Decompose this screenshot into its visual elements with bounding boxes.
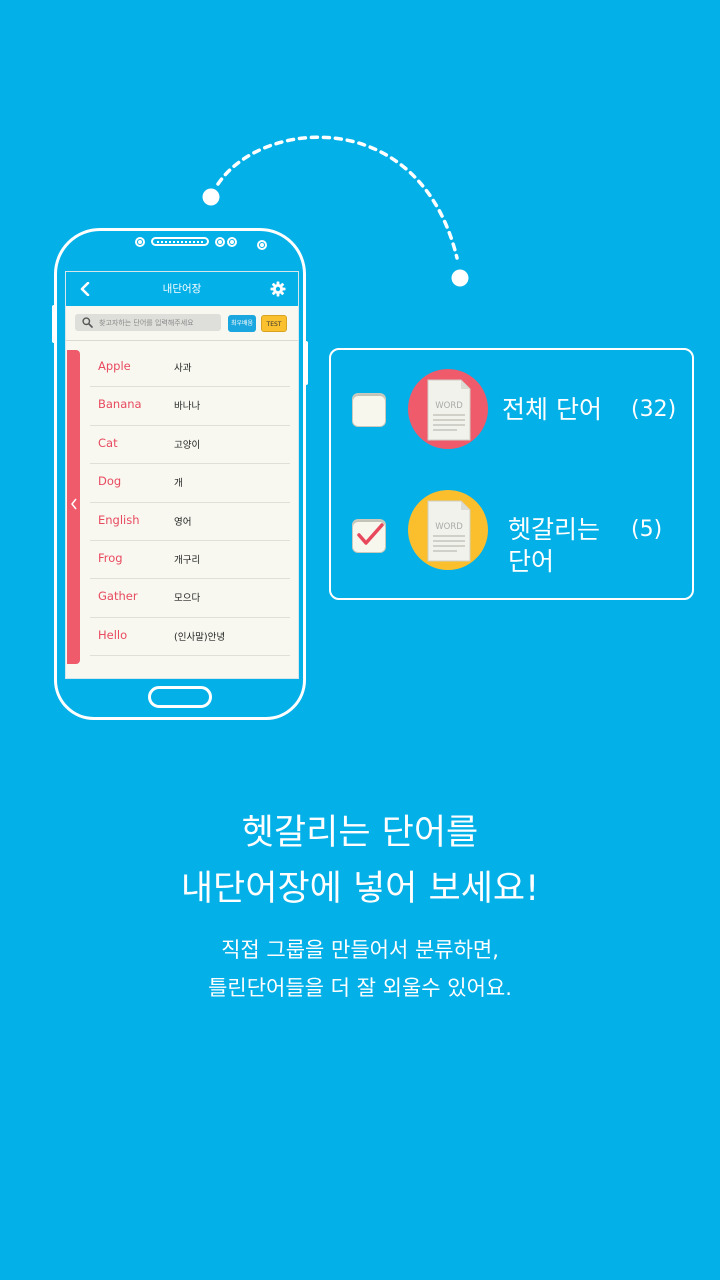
- word-korean: 모으다: [174, 593, 201, 605]
- confusing-words-checkbox[interactable]: [353, 520, 385, 552]
- search-input[interactable]: [99, 314, 217, 331]
- chevron-left-icon: [71, 498, 77, 510]
- connector-start-dot: [202, 188, 220, 206]
- list-item[interactable]: Apple 사과: [90, 349, 290, 388]
- sensor-icon: [215, 237, 225, 247]
- camera-icon: [135, 237, 145, 247]
- subtext-line1: 직접 그룹을 만들어서 분류하면,: [221, 938, 499, 962]
- test-button[interactable]: TEST: [261, 315, 287, 332]
- app-title: 내단어장: [162, 283, 202, 295]
- word-korean: (인사말)안녕: [174, 631, 226, 643]
- word-list: Apple 사과 Banana 바나나 Cat 고양이 Dog 개 Englis…: [90, 349, 290, 657]
- confusing-words-count: (5): [631, 517, 663, 542]
- all-words-checkbox[interactable]: [353, 394, 385, 426]
- word-english: Dog: [98, 474, 122, 489]
- headline-line1: 헷갈리는 단어를: [241, 813, 479, 853]
- word-korean: 고양이: [174, 439, 201, 451]
- search-icon: [82, 317, 93, 328]
- list-item[interactable]: Frog 개구리: [90, 541, 290, 580]
- word-korean: 개: [174, 478, 183, 490]
- phone-screen: 내단어장 찾고자하는 단어를 입력해주세요 최우배움 TEST Apple 사과…: [65, 271, 299, 679]
- checkmark-icon: [357, 523, 384, 545]
- confusing-words-label-line1: 헷갈리는: [508, 515, 601, 544]
- all-words-count: (32): [631, 397, 677, 422]
- headline-line2: 내단어장에 넣어 보세요!: [180, 869, 540, 909]
- word-english: Gather: [98, 589, 138, 604]
- document-icon: WORD: [427, 379, 471, 441]
- word-korean: 바나나: [174, 401, 201, 413]
- word-english: Apple: [98, 359, 131, 373]
- phone-mockup: 내단어장 찾고자하는 단어를 입력해주세요 최우배움 TEST Apple 사과…: [52, 228, 308, 720]
- power-key: [304, 341, 308, 385]
- confusing-words-badge: WORD: [408, 490, 488, 570]
- word-korean: 사과: [174, 363, 192, 374]
- subtext-line2: 틀린단어들을 더 잘 외울수 있어요.: [208, 976, 512, 1000]
- word-english: Banana: [98, 397, 142, 412]
- list-item[interactable]: Hello (인사말)안녕: [90, 618, 290, 657]
- word-english: English: [98, 512, 140, 527]
- app-header: 내단어장: [66, 272, 298, 306]
- word-english: Frog: [98, 550, 123, 565]
- connector-end-dot: [451, 269, 469, 287]
- all-words-label: 전체 단어: [502, 395, 602, 424]
- sensor-icon: [227, 237, 237, 247]
- list-item[interactable]: English 영어: [90, 503, 290, 541]
- word-english: Hello: [98, 627, 128, 642]
- document-icon: WORD: [427, 500, 471, 562]
- all-words-badge: WORD: [408, 369, 488, 449]
- speaker-grille: [151, 237, 209, 246]
- confusing-words-label-line2: 단어: [508, 547, 555, 576]
- word-group-panel: WORD 전체 단어 (32) WORD 헷갈리는 단어 (5): [329, 348, 694, 600]
- word-english: Cat: [98, 435, 118, 450]
- gear-icon[interactable]: [270, 281, 286, 297]
- word-korean: 영어: [174, 516, 192, 528]
- front-camera-icon: [257, 240, 267, 250]
- search-box[interactable]: [75, 314, 221, 331]
- svg-text:WORD: WORD: [435, 522, 463, 532]
- list-item[interactable]: Dog 개: [90, 464, 290, 503]
- word-korean: 개구리: [174, 554, 201, 566]
- list-item[interactable]: Cat 고양이: [90, 426, 290, 465]
- volume-key: [52, 305, 56, 343]
- home-button: [148, 686, 212, 708]
- list-item[interactable]: Banana 바나나: [90, 387, 290, 426]
- svg-text:WORD: WORD: [435, 401, 463, 411]
- search-bar: 최우배움 TEST: [66, 306, 298, 341]
- side-drawer-tab[interactable]: [67, 350, 80, 664]
- recent-study-button[interactable]: 최우배움: [228, 315, 256, 332]
- list-item[interactable]: Gather 모으다: [90, 579, 290, 618]
